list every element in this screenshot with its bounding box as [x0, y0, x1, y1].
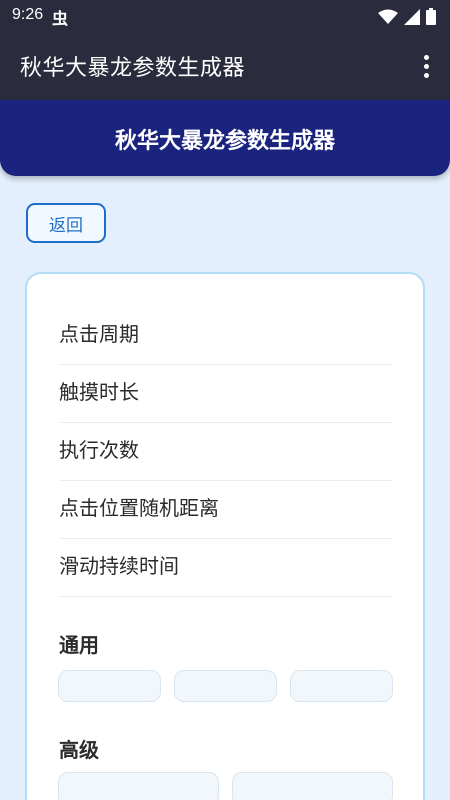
- menu-dot: [423, 54, 429, 60]
- screen: 9:26 虫 秋华大暴龙参数生成器 秋华大暴龙参数生成器 返回 点击周期 触摸时…: [0, 0, 450, 800]
- param-item-swipe-duration[interactable]: 滑动持续时间: [59, 539, 393, 597]
- wifi-icon: [378, 9, 398, 24]
- param-item-click-random-distance[interactable]: 点击位置随机距离: [59, 481, 393, 539]
- menu-dot: [423, 72, 429, 78]
- back-button[interactable]: 返回: [26, 203, 106, 243]
- header-banner: 秋华大暴龙参数生成器: [0, 100, 450, 176]
- section-title-advanced: 高级: [59, 738, 99, 762]
- status-icons: [378, 8, 436, 25]
- param-item-touch-duration[interactable]: 触摸时长: [59, 365, 393, 423]
- app-bar: 秋华大暴龙参数生成器: [0, 32, 450, 100]
- app-title: 秋华大暴龙参数生成器: [20, 56, 246, 81]
- param-item-execution-count[interactable]: 执行次数: [59, 423, 393, 481]
- general-option-chip[interactable]: [174, 670, 277, 702]
- page-title: 秋华大暴龙参数生成器: [114, 129, 335, 154]
- general-options: [58, 670, 393, 702]
- advanced-option-chip[interactable]: [232, 772, 393, 800]
- notification-icon: 虫: [52, 9, 69, 28]
- advanced-option-chip[interactable]: [58, 772, 219, 800]
- param-list: 点击周期 触摸时长 执行次数 点击位置随机距离 滑动持续时间: [59, 307, 393, 597]
- menu-dot: [423, 63, 429, 69]
- param-item-click-period[interactable]: 点击周期: [59, 307, 393, 365]
- advanced-options: [58, 772, 393, 800]
- more-vert-icon[interactable]: [414, 50, 438, 82]
- status-bar: 9:26 虫: [0, 0, 450, 32]
- signal-icon: [404, 8, 420, 25]
- status-time: 9:26: [12, 6, 44, 23]
- params-card: 点击周期 触摸时长 执行次数 点击位置随机距离 滑动持续时间 通用 高级: [25, 272, 425, 800]
- general-option-chip[interactable]: [290, 670, 393, 702]
- battery-icon: [426, 8, 436, 25]
- section-title-general: 通用: [59, 633, 99, 657]
- general-option-chip[interactable]: [58, 670, 161, 702]
